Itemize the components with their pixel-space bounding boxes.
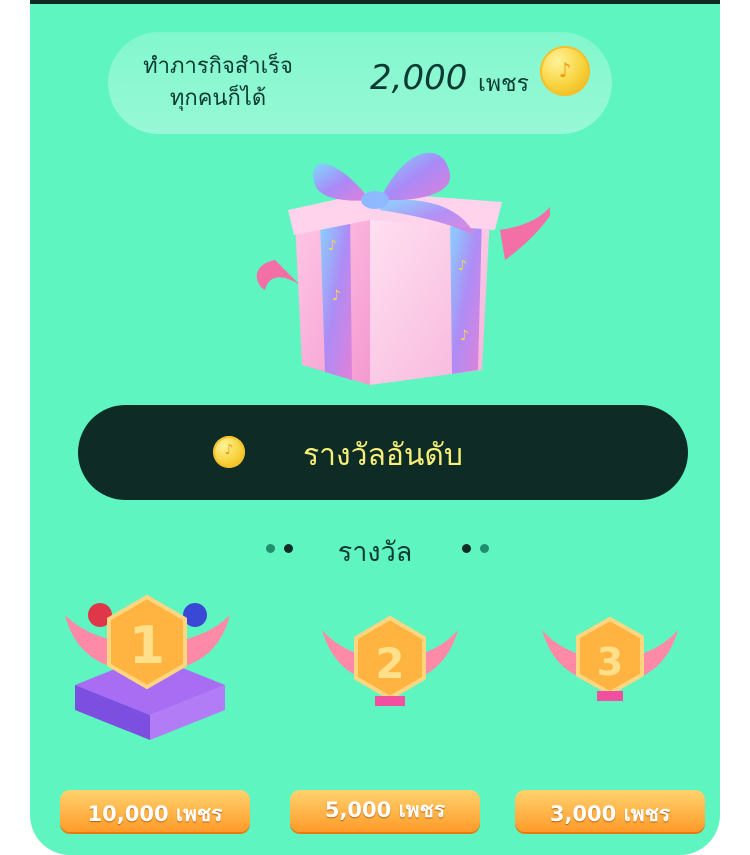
rank-2-medal-icon: 2 [322, 615, 458, 706]
rank-1-medal-icon: 1 [65, 594, 230, 740]
banner-unit: เพชร [478, 71, 529, 97]
rank-3-medal-icon: 3 [542, 616, 678, 701]
reward-amount-label: 5,000 เพชร [324, 798, 446, 822]
banner-line-1: ทำภารกิจสำเร็จ [143, 54, 293, 79]
gift-box-icon: ♪ ♪ ♪ ♪ [256, 152, 550, 385]
reward-amount-label: 3,000 เพชร [549, 802, 671, 826]
mission-reward-banner: ทำภารกิจสำเร็จ ทุกคนก็ได้ 2,000 เพชร ♪ [108, 32, 612, 134]
svg-text:1: 1 [129, 616, 165, 676]
reward-amount-label: 10,000 เพชร [87, 802, 223, 826]
svg-text:♪: ♪ [458, 258, 467, 274]
ranking-reward-label: รางวัลอันดับ [303, 438, 463, 473]
banner-line-2: ทุกคนก็ได้ [169, 86, 267, 111]
rewards-title: รางวัล [337, 537, 413, 568]
top-divider [30, 0, 720, 4]
reward-amount-rank-3: 3,000 เพชร [515, 790, 705, 832]
banner-amount: 2,000 [370, 58, 468, 98]
svg-text:3: 3 [597, 640, 623, 684]
decor-dot-right-2 [480, 544, 489, 553]
svg-text:♪: ♪ [460, 328, 469, 344]
svg-text:♪: ♪ [332, 288, 341, 304]
svg-text:2: 2 [375, 639, 404, 688]
music-note-coin-icon: ♪ [540, 46, 590, 96]
decor-dot-right-1 [462, 544, 471, 553]
ranking-reward-button[interactable]: ♪ รางวัลอันดับ [78, 405, 688, 500]
reward-card: ทำภารกิจสำเร็จ ทุกคนก็ได้ 2,000 เพชร ♪ ♪… [30, 0, 720, 855]
svg-text:♪: ♪ [328, 238, 337, 254]
reward-amount-rank-2: 5,000 เพชร [290, 790, 480, 832]
reward-amount-rank-1: 10,000 เพชร [60, 790, 250, 832]
